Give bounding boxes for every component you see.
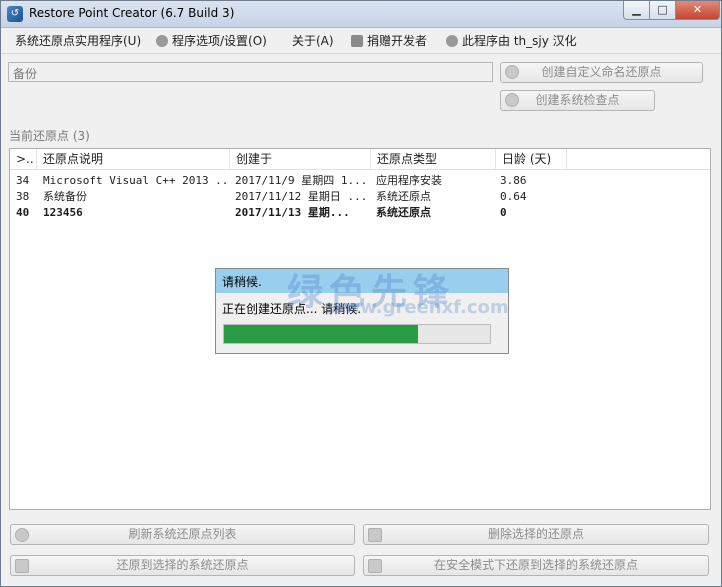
disc-icon — [505, 65, 519, 79]
row-description: Microsoft Visual C++ 2013 ... — [43, 174, 228, 187]
menu-options[interactable]: 程序选项/设置(O) — [156, 32, 267, 49]
col-description[interactable]: 还原点说明 — [37, 149, 230, 170]
close-button[interactable]: ✕ — [675, 1, 720, 20]
restore-button[interactable]: 还原到选择的系统还原点 — [10, 555, 355, 576]
gear-icon — [156, 35, 168, 47]
menu-utilities[interactable]: 系统还原点实用程序(U) — [15, 32, 141, 49]
monitor-icon — [15, 559, 29, 573]
disc-icon — [505, 93, 519, 107]
table-row[interactable]: 34 Microsoft Visual C++ 2013 ... 2017/11… — [10, 173, 710, 189]
menu-donate[interactable]: 捐赠开发者 — [351, 32, 427, 49]
menu-options-label: 程序选项/设置(O) — [172, 34, 267, 48]
minimize-button[interactable]: ▁ — [623, 1, 650, 20]
row-type: 系统还原点 — [376, 190, 431, 203]
row-age: 0.64 — [500, 190, 527, 203]
trash-icon — [368, 528, 382, 542]
refresh-list-button[interactable]: 刷新系统还原点列表 — [10, 524, 355, 545]
watermark-url: www.greenxf.com — [327, 297, 509, 318]
create-custom-label: 创建自定义命名还原点 — [541, 65, 662, 79]
app-window: ↺ Restore Point Creator (6.7 Build 3) ▁ … — [0, 0, 722, 587]
row-created: 2017/11/12 星期日 ... — [235, 190, 368, 203]
row-description: 123456 — [43, 206, 83, 219]
donate-icon — [351, 35, 363, 47]
row-id: 40 — [16, 206, 30, 219]
menu-donate-label: 捐赠开发者 — [367, 34, 428, 48]
refresh-icon — [15, 528, 29, 542]
row-description: 系统备份 — [43, 190, 87, 203]
maximize-button[interactable]: □ — [649, 1, 676, 20]
table-row[interactable]: 38 系统备份 2017/11/12 星期日 ... 系统还原点 0.64 — [10, 189, 710, 205]
col-id[interactable]: >.. — [10, 149, 37, 170]
row-age: 0 — [500, 206, 507, 219]
table-row[interactable]: 40 123456 2017/11/13 星期... 系统还原点 0 — [10, 205, 710, 221]
row-type: 应用程序安装 — [376, 174, 442, 187]
menu-separator — [1, 53, 721, 54]
title-bar[interactable]: ↺ Restore Point Creator (6.7 Build 3) ▁ … — [1, 1, 721, 28]
refresh-label: 刷新系统还原点列表 — [128, 527, 237, 541]
list-header: >.. 还原点说明 创建于 还原点类型 日龄 (天) — [10, 149, 710, 170]
row-age: 3.86 — [500, 174, 527, 187]
info-icon — [446, 35, 458, 47]
menu-about[interactable]: 关于(A) — [292, 32, 334, 49]
restore-safe-mode-button[interactable]: 在安全模式下还原到选择的系统还原点 — [363, 555, 709, 576]
create-custom-restore-point-button[interactable]: 创建自定义命名还原点 — [500, 62, 703, 83]
delete-label: 删除选择的还原点 — [487, 527, 584, 541]
row-id: 34 — [16, 174, 30, 187]
create-check-label: 创建系统检查点 — [535, 93, 620, 107]
app-icon: ↺ — [7, 6, 23, 22]
row-created: 2017/11/9 星期四 1... — [235, 174, 368, 187]
menu-translator[interactable]: 此程序由 th_sjy 汉化 — [446, 32, 577, 49]
col-age[interactable]: 日龄 (天) — [496, 149, 567, 170]
monitor-icon — [368, 559, 382, 573]
menu-translator-label: 此程序由 th_sjy 汉化 — [462, 34, 577, 48]
delete-restore-point-button[interactable]: 删除选择的还原点 — [363, 524, 709, 545]
col-type[interactable]: 还原点类型 — [371, 149, 496, 170]
create-checkpoint-button[interactable]: 创建系统检查点 — [500, 90, 655, 111]
restore-label: 还原到选择的系统还原点 — [116, 558, 249, 572]
row-created: 2017/11/13 星期... — [235, 206, 350, 219]
progress-fill — [224, 325, 419, 343]
restore-points-label: 当前还原点 (3) — [9, 129, 90, 143]
restore-safe-label: 在安全模式下还原到选择的系统还原点 — [433, 558, 638, 572]
restore-point-name-input[interactable]: 备份 — [8, 62, 493, 82]
menu-bar: 系统还原点实用程序(U) 程序选项/设置(O) 关于(A) 捐赠开发者 此程序由… — [1, 29, 721, 51]
row-type: 系统还原点 — [376, 206, 431, 219]
col-created[interactable]: 创建于 — [230, 149, 371, 170]
row-id: 38 — [16, 190, 30, 203]
progress-bar — [223, 324, 491, 344]
window-title: Restore Point Creator (6.7 Build 3) — [29, 6, 235, 20]
